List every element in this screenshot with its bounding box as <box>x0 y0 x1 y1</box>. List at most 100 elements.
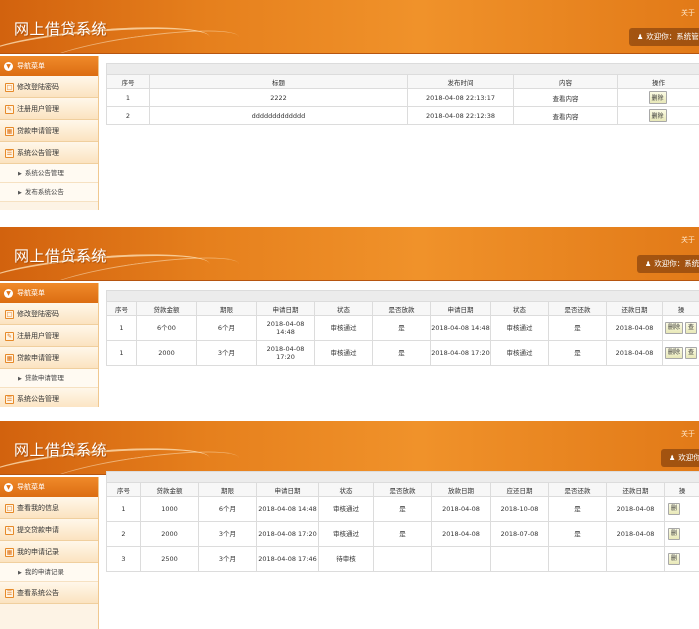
delete-button[interactable]: 删 <box>668 503 681 515</box>
col-header-apply-date-2: 申请日期 <box>430 301 491 316</box>
announcement-table: 序号 标题 发布时间 内容 操作 1 2222 2018-04-08 22:13… <box>105 63 699 125</box>
chevron-down-icon: ▼ <box>4 482 13 492</box>
col-header-status: 状态 <box>318 482 374 497</box>
sidebar-item-user-management[interactable]: ✎ 注册用户管理 <box>0 325 98 347</box>
col-header-repay-date: 还款日期 <box>606 301 663 316</box>
sidebar: ▼ 导航菜单 □ 修改登陆密码 ✎ 注册用户管理 ▦ 贷款申请管理 ☰ 系统公告管理 ▶ 系… <box>0 56 99 210</box>
table-row: 3 2500 3个月 2018-04-08 17:46 待审核 删 <box>106 546 699 572</box>
welcome-badge: ♟欢迎你：系统管理员 <box>637 255 699 273</box>
loan-application-table: 序号 贷款金额 期限 申请日期 状态 是否放款 申请日期 状态 是否还款 还款日… <box>105 290 699 366</box>
list-icon: ☰ <box>5 148 14 158</box>
sidebar-item-my-info[interactable]: □ 查看我的信息 <box>0 497 98 519</box>
edit-icon: ✎ <box>5 331 14 341</box>
col-header-disbursed: 是否放款 <box>373 482 432 497</box>
chevron-down-icon: ▼ <box>4 288 13 298</box>
app-title: 网上借贷系统 <box>14 20 108 38</box>
app-header: 网上借贷系统 关于 ♟欢迎你：系统管理员 <box>0 0 699 54</box>
col-header-actions: 操作 <box>616 74 699 89</box>
delete-button[interactable]: 删除 <box>648 109 667 122</box>
col-header-amount: 贷款金额 <box>136 301 197 316</box>
list-icon: ☰ <box>5 588 14 598</box>
sidebar-subitem-announcement-management[interactable]: ▶ 系统公告管理 <box>0 164 98 183</box>
nav-header[interactable]: ▼ 导航菜单 <box>0 56 98 76</box>
col-header-index: 序号 <box>106 74 150 89</box>
table-row: 1 2222 2018-04-08 22:13:17 查看内容 删除 <box>106 88 699 107</box>
col-header-due-date: 应还日期 <box>490 482 549 497</box>
sidebar-item-submit-loan[interactable]: ✎ 提交贷款申请 <box>0 519 98 541</box>
user-icon: ♟ <box>645 260 652 268</box>
col-header-title: 标题 <box>149 74 408 89</box>
sidebar-item-announcement-management[interactable]: ☰ 系统公告管理 <box>0 388 98 407</box>
col-header-disburse-date: 放款日期 <box>431 482 491 497</box>
table-row: 1 1000 6个月 2018-04-08 14:48 审核通过 是 2018-… <box>106 496 699 522</box>
col-header-term: 期限 <box>196 301 257 316</box>
col-header-disbursed: 是否放款 <box>372 301 431 316</box>
caret-right-icon: ▶ <box>18 190 22 196</box>
my-applications-table: 序号 贷款金额 期限 申请日期 状态 是否放款 放款日期 应还日期 是否还款 还… <box>105 471 699 572</box>
sidebar-item-loan-management[interactable]: ▦ 贷款申请管理 <box>0 120 98 142</box>
sidebar-item-view-announcements[interactable]: ☰ 查看系统公告 <box>0 582 98 604</box>
col-header-apply-date: 申请日期 <box>256 482 319 497</box>
caret-right-icon: ▶ <box>18 376 22 382</box>
sidebar: ▼ 导航菜单 □ 修改登陆密码 ✎ 注册用户管理 ▦ 贷款申请管理 ▶ 贷款申请管理 ☰ 系… <box>0 283 99 407</box>
edit-icon: ✎ <box>5 104 14 114</box>
edit-icon: ✎ <box>5 525 14 535</box>
sidebar-subitem-publish-announcement[interactable]: ▶ 发布系统公告 <box>0 183 98 202</box>
chevron-down-icon: ▼ <box>4 61 13 71</box>
user-icon: ♟ <box>669 454 676 462</box>
view-button[interactable]: 查 <box>685 347 698 359</box>
list-icon: ☰ <box>5 394 14 404</box>
delete-button[interactable]: 删除 <box>648 91 667 104</box>
chat-icon: □ <box>5 82 14 92</box>
panel-user-applications: 网上借贷系统 关于 ♟欢迎你：系统管理员 ▼导航菜单 □查看我的信息 ✎提交贷款… <box>0 421 699 629</box>
main-content: 序号 贷款金额 期限 申请日期 状态 是否放款 申请日期 状态 是否还款 还款日… <box>105 290 699 366</box>
view-content-link[interactable]: 查看内容 <box>513 88 618 107</box>
app-header: 网上借贷系统 关于 ♟欢迎你：系统管理员 <box>0 227 699 281</box>
col-header-actions: 操 <box>661 301 699 316</box>
delete-button[interactable]: 删除 <box>665 322 684 334</box>
sidebar-item-user-management[interactable]: ✎ 注册用户管理 <box>0 98 98 120</box>
delete-button[interactable]: 删除 <box>665 347 684 359</box>
chat-icon: □ <box>5 309 14 319</box>
view-content-link[interactable]: 查看内容 <box>513 106 618 125</box>
col-header-apply-date: 申请日期 <box>256 301 315 316</box>
col-header-index: 序号 <box>106 301 137 316</box>
main-content: 序号 标题 发布时间 内容 操作 1 2222 2018-04-08 22:13… <box>105 63 699 125</box>
caret-right-icon: ▶ <box>18 570 22 576</box>
col-header-repaid: 是否还款 <box>548 301 607 316</box>
col-header-status: 状态 <box>314 301 373 316</box>
delete-button[interactable]: 删 <box>668 553 681 565</box>
sidebar-item-announcement-management[interactable]: ☰ 系统公告管理 <box>0 142 98 164</box>
welcome-badge: ♟欢迎你：系统管理员 <box>661 449 699 467</box>
col-header-content: 内容 <box>513 74 618 89</box>
about-link[interactable]: 关于 <box>681 235 695 245</box>
nav-header[interactable]: ▼ 导航菜单 <box>0 283 98 303</box>
col-header-amount: 贷款金额 <box>140 482 199 497</box>
sidebar-subitem-my-applications[interactable]: ▶ 我的申请记录 <box>0 563 98 582</box>
sidebar-item-my-applications[interactable]: ▦ 我的申请记录 <box>0 541 98 563</box>
delete-button[interactable]: 删 <box>668 528 681 540</box>
panel-admin-announcements: 网上借贷系统 关于 ♟欢迎你：系统管理员 ▼导航菜单 □修改登陆密码 ✎注册用户… <box>0 0 699 210</box>
sidebar-item-change-password[interactable]: □ 修改登陆密码 <box>0 303 98 325</box>
app-title: 网上借贷系统 <box>14 247 108 265</box>
table-row: 1 6个00 6个月 2018-04-08 14:48 审核通过 是 2018-… <box>106 315 699 341</box>
nav-header[interactable]: ▼ 导航菜单 <box>0 477 98 497</box>
col-header-status-2: 状态 <box>490 301 549 316</box>
about-link[interactable]: 关于 <box>681 8 695 18</box>
main-content: 序号 贷款金额 期限 申请日期 状态 是否放款 放款日期 应还日期 是否还款 还… <box>105 471 699 572</box>
panel-admin-loans: 网上借贷系统 关于 ♟欢迎你：系统管理员 ▼导航菜单 □修改登陆密码 ✎注册用户… <box>0 227 699 407</box>
col-header-repaid: 是否还款 <box>548 482 607 497</box>
table-row: 2 2000 3个月 2018-04-08 17:20 审核通过 是 2018-… <box>106 521 699 547</box>
user-icon: ♟ <box>637 33 644 41</box>
col-header-index: 序号 <box>106 482 141 497</box>
sidebar-subitem-loan-management[interactable]: ▶ 贷款申请管理 <box>0 369 98 388</box>
view-button[interactable]: 查 <box>685 322 698 334</box>
folder-icon: ▦ <box>5 353 14 363</box>
caret-right-icon: ▶ <box>18 171 22 177</box>
app-header: 网上借贷系统 关于 ♟欢迎你：系统管理员 <box>0 421 699 475</box>
sidebar-item-loan-management[interactable]: ▦ 贷款申请管理 <box>0 347 98 369</box>
sidebar-item-change-password[interactable]: □ 修改登陆密码 <box>0 76 98 98</box>
col-header-publish-time: 发布时间 <box>407 74 514 89</box>
table-row: 2 ddddddddddddd 2018-04-08 22:12:38 查看内容… <box>106 106 699 125</box>
about-link[interactable]: 关于 <box>681 429 695 439</box>
